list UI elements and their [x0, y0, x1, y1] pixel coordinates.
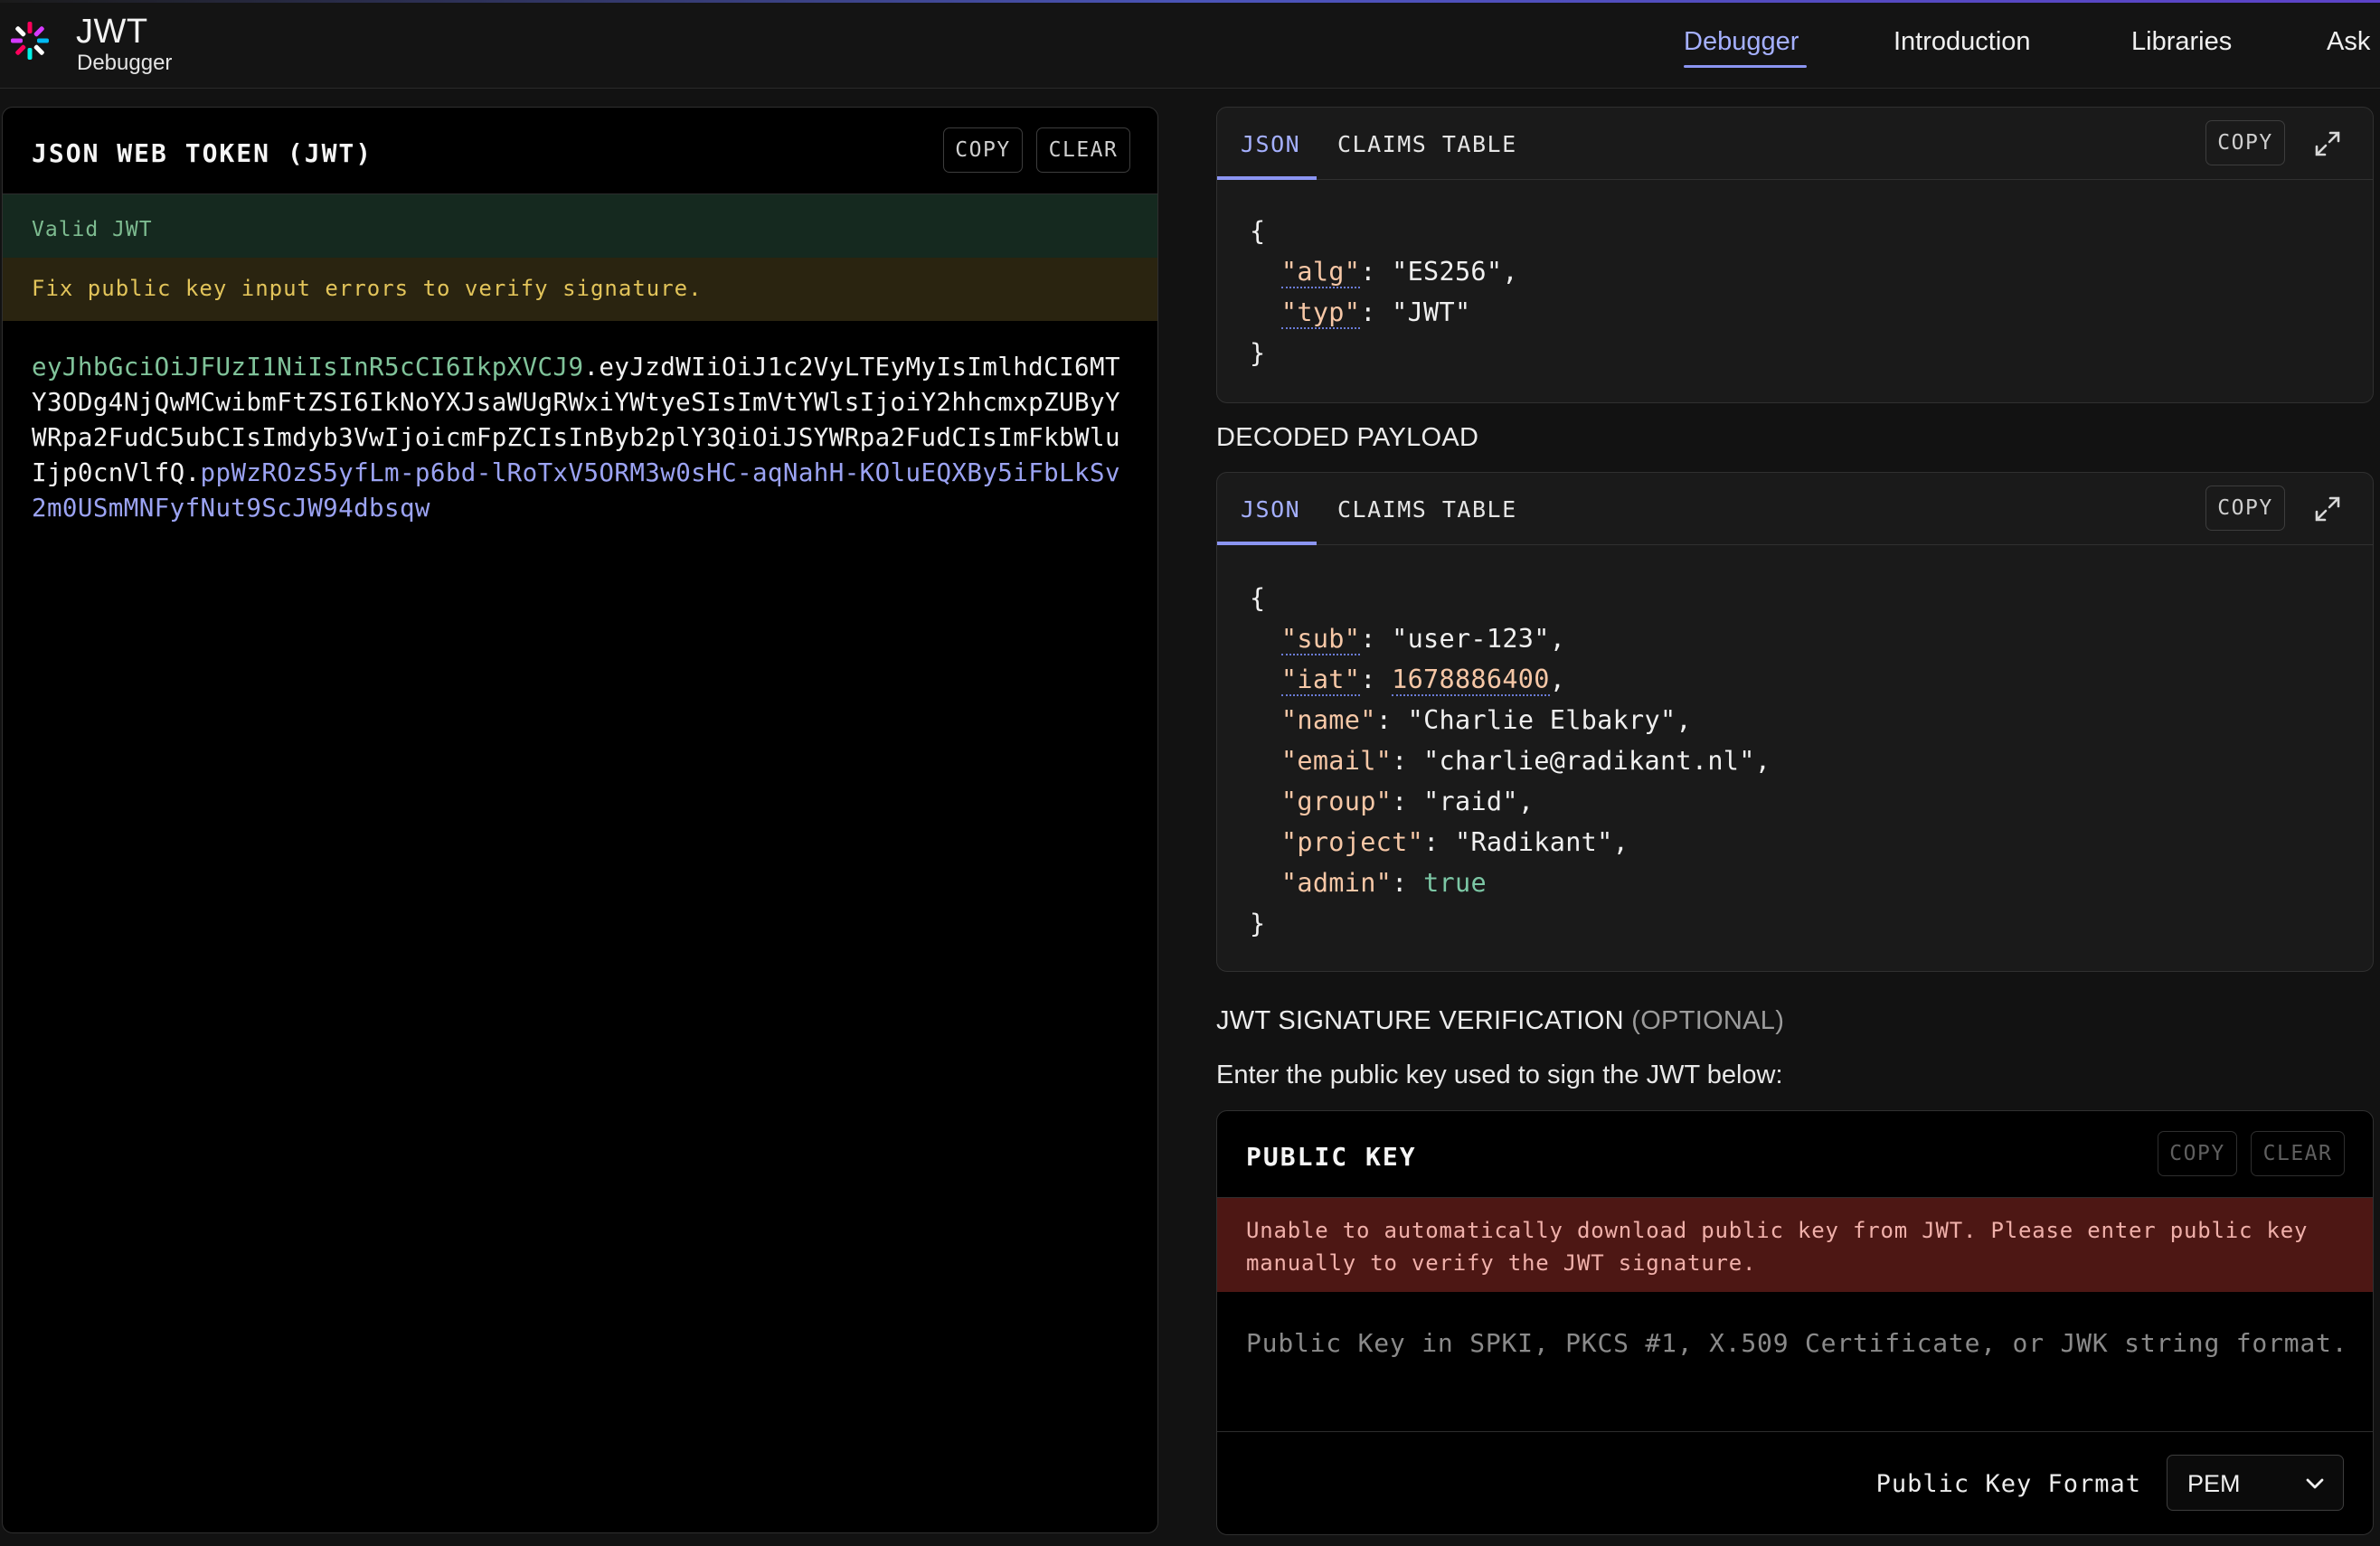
token-clear-button[interactable]: CLEAR — [1036, 127, 1130, 173]
signature-verification-label: JWT SIGNATURE VERIFICATION — [1216, 1006, 1624, 1035]
public-key-panel: PUBLIC KEY COPY CLEAR Unable to automati… — [1216, 1110, 2374, 1535]
token-separator-dot: . — [583, 353, 600, 382]
token-header-segment: eyJhbGciOiJFUzI1NiIsInR5cCI6IkpXVCJ9 — [32, 353, 584, 382]
public-key-title: PUBLIC KEY — [1246, 1142, 1417, 1172]
json-close-brace: } — [1250, 338, 1266, 368]
decoded-payload-tabs: JSON CLAIMS TABLE COPY — [1217, 473, 2373, 545]
nav-introduction[interactable]: Introduction — [1894, 27, 2031, 57]
json-key: "name" — [1280, 705, 1376, 735]
decoded-header-card: JSON CLAIMS TABLE COPY { "alg": "ES256",… — [1216, 107, 2374, 403]
json-line-alg: "alg": "ES256", — [1280, 257, 1518, 288]
json-key: "admin" — [1280, 868, 1393, 898]
nav-debugger[interactable]: Debugger — [1684, 27, 1799, 57]
encoded-token-title: JSON WEB TOKEN (JWT) — [32, 138, 373, 168]
json-key: "email" — [1280, 746, 1393, 776]
json-value: "user-123" — [1392, 624, 1550, 654]
json-line-project: "project": "Radikant", — [1280, 827, 1629, 857]
header-copy-button[interactable]: COPY — [2205, 120, 2285, 165]
nav-libraries[interactable]: Libraries — [2131, 27, 2232, 57]
top-accent-line — [0, 0, 2380, 3]
json-value: "ES256" — [1392, 257, 1503, 287]
public-key-error-message: Unable to automatically download public … — [1217, 1198, 2373, 1292]
json-open-brace: { — [1250, 583, 1266, 613]
json-value: "charlie@radikant.nl" — [1423, 746, 1755, 776]
public-key-format-select[interactable]: PEM — [2167, 1455, 2344, 1511]
expand-icon[interactable] — [2311, 127, 2344, 160]
encoded-token-textarea[interactable]: eyJhbGciOiJFUzI1NiIsInR5cCI6IkpXVCJ9.eyJ… — [32, 350, 1135, 526]
decoded-payload-card: JSON CLAIMS TABLE COPY { "sub": "user-12… — [1216, 472, 2374, 972]
json-key: "sub" — [1280, 624, 1361, 655]
public-key-instructions: Enter the public key used to sign the JW… — [1216, 1061, 1783, 1089]
decoded-payload-json: { "sub": "user-123", "iat": 1678886400, … — [1250, 578, 1771, 944]
tab-header-claims-table[interactable]: CLAIMS TABLE — [1337, 131, 1517, 157]
public-key-copy-button[interactable]: COPY — [2158, 1131, 2237, 1176]
valid-jwt-status: Valid JWT — [3, 194, 1157, 258]
json-line-name: "name": "Charlie Elbakry", — [1280, 705, 1692, 735]
public-key-format-label: Public Key Format — [1875, 1470, 2141, 1498]
json-key: "alg" — [1280, 257, 1361, 288]
encoded-token-header: JSON WEB TOKEN (JWT) COPY CLEAR — [3, 108, 1157, 194]
json-line-sub: "sub": "user-123", — [1280, 624, 1566, 655]
decoded-header-tabs: JSON CLAIMS TABLE COPY — [1217, 108, 2373, 180]
decoded-header-json: { "alg": "ES256", "typ": "JWT"} — [1250, 211, 1518, 373]
json-value: "Charlie Elbakry" — [1407, 705, 1676, 735]
brand-subtitle: Debugger — [77, 51, 173, 75]
json-key: "iat" — [1280, 665, 1361, 696]
json-open-brace: { — [1250, 216, 1266, 246]
brand-title: JWT — [76, 13, 148, 51]
json-value: true — [1423, 868, 1487, 898]
token-separator-dot: . — [184, 458, 201, 487]
json-line-typ: "typ": "JWT" — [1280, 297, 1471, 329]
json-value: "JWT" — [1392, 297, 1471, 327]
tab-header-active-line — [1217, 176, 1317, 180]
json-line-group: "group": "raid", — [1280, 787, 1535, 816]
token-copy-button[interactable]: COPY — [943, 127, 1023, 173]
expand-icon[interactable] — [2311, 493, 2344, 525]
json-line-admin: "admin": true — [1280, 868, 1487, 898]
signature-verification-title: JWT SIGNATURE VERIFICATION (OPTIONAL) — [1216, 1006, 1784, 1036]
public-key-footer: Public Key Format PEM — [1217, 1431, 2373, 1534]
tab-header-json[interactable]: JSON — [1241, 131, 1300, 157]
error-line: Unable to automatically download public … — [1246, 1218, 2309, 1243]
optional-label: (OPTIONAL) — [1631, 1006, 1785, 1035]
public-key-input[interactable]: Public Key in SPKI, PKCS #1, X.509 Certi… — [1246, 1328, 2347, 1358]
signature-warning-status: Fix public key input errors to verify si… — [3, 258, 1157, 321]
top-bar: JWT Debugger Debugger Introduction Libra… — [0, 0, 2380, 89]
payload-copy-button[interactable]: COPY — [2205, 485, 2285, 531]
nav-ask[interactable]: Ask — [2327, 27, 2370, 57]
jwt-logo-icon — [11, 22, 49, 60]
tab-payload-claims-table[interactable]: CLAIMS TABLE — [1337, 496, 1517, 523]
json-line-email: "email": "charlie@radikant.nl", — [1280, 746, 1771, 776]
json-value: "raid" — [1423, 787, 1518, 816]
json-key: "typ" — [1280, 297, 1361, 329]
public-key-header: PUBLIC KEY COPY CLEAR — [1217, 1111, 2373, 1198]
nav-active-underline — [1684, 65, 1807, 68]
encoded-token-panel: JSON WEB TOKEN (JWT) COPY CLEAR Valid JW… — [2, 107, 1158, 1533]
json-value: 1678886400 — [1392, 665, 1550, 696]
public-key-format-value: PEM — [2187, 1470, 2241, 1497]
chevron-down-icon — [2306, 1478, 2324, 1489]
json-key: "project" — [1280, 827, 1424, 857]
json-close-brace: } — [1250, 909, 1266, 938]
json-key: "group" — [1280, 787, 1393, 816]
public-key-clear-button[interactable]: CLEAR — [2251, 1131, 2345, 1176]
tab-payload-active-line — [1217, 542, 1317, 545]
json-value: "Radikant" — [1454, 827, 1613, 857]
json-line-iat: "iat": 1678886400, — [1280, 665, 1566, 696]
error-line: manually to verify the JWT signature. — [1246, 1250, 1757, 1276]
tab-payload-json[interactable]: JSON — [1241, 496, 1300, 523]
decoded-payload-title: DECODED PAYLOAD — [1216, 423, 1479, 452]
